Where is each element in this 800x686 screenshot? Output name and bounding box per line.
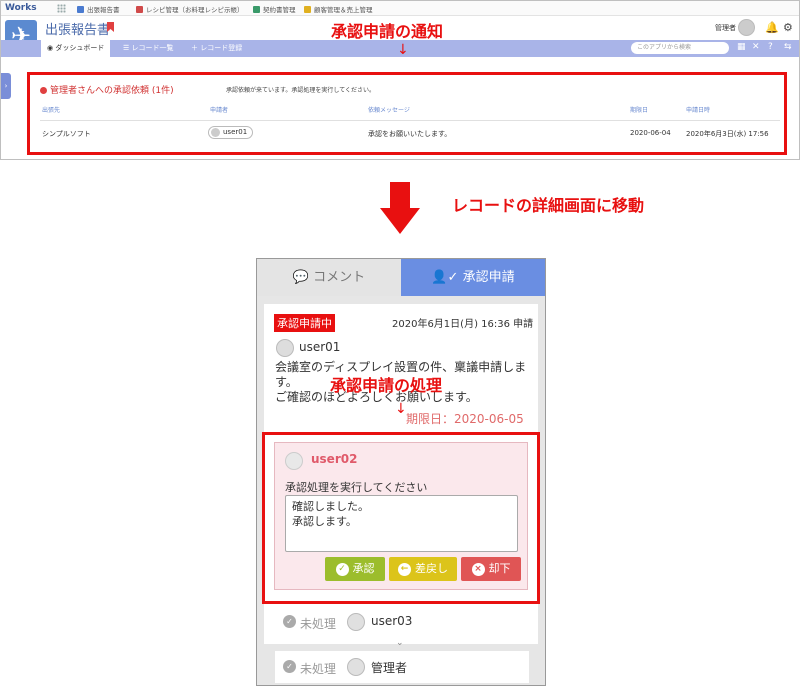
tab-label: レコード登録 — [200, 44, 243, 52]
arrow-down-icon: ↓ — [397, 42, 409, 58]
tab-approval[interactable]: 👤✓ 承認申請 — [401, 259, 545, 296]
requester-name: user01 — [299, 340, 341, 354]
toolbar-app-label: 顧客管理＆売上管理 — [314, 6, 373, 14]
approval-comment-input[interactable]: 確認しました。 承認します。 — [285, 495, 518, 552]
toolbar-app-2[interactable]: レシピ管理（お料理レシピ示帳） — [136, 4, 244, 14]
arrow-left-icon: ← — [398, 562, 411, 576]
column-header: 期限日 — [630, 107, 649, 114]
pending-status: 未処理 — [300, 617, 337, 631]
app-grid-icon[interactable] — [57, 4, 66, 13]
user-name: 管理者 — [715, 24, 736, 32]
column-header: 申請日時 — [686, 107, 711, 114]
applied-at-cell: 2020年6月3日(水) 17:56 — [686, 130, 769, 138]
toolbar-app-1[interactable]: 出張報告書 — [77, 4, 120, 14]
search-input[interactable]: このアプリから検索 — [631, 42, 729, 54]
tab-label: 承認申請 — [462, 270, 515, 285]
tab-label: ダッシュボード — [55, 44, 105, 52]
approval-notice-panel: 管理者さんへの承認依頼 (1件) 承認依頼が来ています。承認処理を実行してくださ… — [27, 72, 787, 155]
tab-record-list[interactable]: ☰ レコード一覧 — [117, 40, 180, 57]
notice-title-text: 管理者さんへの承認依頼 (1件) — [50, 86, 174, 96]
chevron-down-icon: ⌄ — [396, 638, 404, 648]
arrow-down-icon: ↓ — [395, 401, 407, 417]
toolbar-app-label: 契約書管理 — [263, 6, 296, 14]
tab-record-add[interactable]: ＋ レコード登録 — [185, 40, 248, 57]
arrow-down-icon — [380, 182, 420, 234]
side-panel-toggle[interactable]: › — [1, 73, 11, 99]
approver-name: 管理者 — [371, 661, 408, 675]
avatar — [347, 658, 365, 676]
button-label: 承認 — [352, 562, 375, 575]
applicant-chip[interactable]: user01 — [208, 126, 254, 139]
tools-icon[interactable]: ✕ — [752, 42, 760, 52]
top-app-bar: Works 出張報告書 レシピ管理（お料理レシピ示帳） 契約書管理 顧客管理＆売… — [1, 1, 799, 16]
button-label: 却下 — [488, 562, 511, 575]
approve-button[interactable]: ✓ 承認 — [325, 557, 385, 581]
column-header: 出張先 — [42, 107, 61, 114]
toolbar-app-label: 出張報告書 — [87, 6, 120, 14]
app-title[interactable]: 出張報告書 — [45, 19, 110, 38]
approver-name: user02 — [311, 452, 358, 466]
check-icon: ✓ — [283, 615, 296, 628]
detail-tabs: 💬 コメント 👤✓ 承認申請 — [257, 259, 545, 296]
approver-name: user03 — [371, 614, 413, 628]
notice-title: 管理者さんへの承認依頼 (1件) — [40, 83, 174, 96]
help-icon[interactable]: ? — [768, 42, 773, 52]
avatar — [285, 452, 303, 470]
check-icon: ✓ — [335, 562, 349, 576]
applicant-name: user01 — [223, 128, 248, 136]
pending-status: 未処理 — [300, 662, 337, 676]
works-logo: Works — [5, 3, 37, 13]
grid-icon[interactable]: ▦ — [737, 42, 746, 52]
toolbar-app-3[interactable]: 契約書管理 — [253, 4, 296, 14]
check-icon: ✓ — [283, 660, 296, 673]
close-icon: × — [471, 562, 485, 576]
avatar — [347, 613, 365, 631]
gear-icon[interactable]: ⚙ — [783, 21, 793, 34]
toolbar-app-4[interactable]: 顧客管理＆売上管理 — [304, 4, 373, 14]
approval-prompt: 承認処理を実行してください — [285, 481, 428, 494]
deadline-text: 期限日：2020-06-05 — [406, 412, 524, 426]
return-button[interactable]: ← 差戻し — [389, 557, 457, 581]
status-badge: 承認申請中 — [274, 314, 335, 332]
pending-approver-card: ✓ 未処理 user03 — [275, 606, 529, 638]
tab-label: レコード一覧 — [131, 44, 174, 52]
pending-approver-card: ✓ 未処理 管理者 — [275, 651, 529, 683]
approval-form: user02 承認処理を実行してください 確認しました。 承認します。 ✓ 承認 … — [274, 442, 528, 590]
avatar — [276, 339, 294, 357]
tab-dashboard[interactable]: ◉ ダッシュボード — [41, 40, 111, 57]
avatar — [211, 128, 220, 137]
column-header: 依頼メッセージ — [368, 107, 410, 114]
app-icon — [136, 5, 143, 13]
deadline-cell: 2020-06-04 — [630, 129, 671, 137]
tab-comment[interactable]: 💬 コメント — [257, 259, 401, 296]
destination-cell[interactable]: シンプルソフト — [42, 129, 91, 139]
switch-icon[interactable]: ⇆ — [784, 42, 792, 52]
callout-processing: 承認申請の処理 — [330, 376, 443, 395]
alert-icon — [40, 87, 47, 94]
notice-description: 承認依頼が来ています。承認処理を実行してください。 — [226, 87, 376, 94]
request-date: 2020年6月1日(月) 16:36 申請 — [392, 319, 534, 330]
button-label: 差戻し — [415, 562, 448, 575]
bell-icon[interactable]: 🔔 — [765, 21, 779, 34]
approval-action-panel: user02 承認処理を実行してください 確認しました。 承認します。 ✓ 承認 … — [262, 432, 540, 604]
callout-move-to-detail: レコードの詳細画面に移動 — [452, 196, 645, 215]
tutorial-figure: Works 出張報告書 レシピ管理（お料理レシピ示帳） 契約書管理 顧客管理＆売… — [0, 0, 800, 686]
avatar[interactable] — [738, 19, 755, 36]
divider — [40, 120, 780, 121]
tab-label: コメント — [313, 270, 366, 285]
toolbar-app-label: レシピ管理（お料理レシピ示帳） — [146, 6, 244, 14]
app-icon — [77, 5, 84, 13]
message-cell: 承認をお願いいたします。 — [368, 130, 452, 138]
column-header: 申請者 — [210, 107, 229, 114]
app-icon — [253, 5, 260, 13]
app-icon — [304, 5, 311, 13]
callout-notification: 承認申請の通知 — [331, 22, 444, 41]
reject-button[interactable]: × 却下 — [461, 557, 521, 581]
desktop-app-screenshot: Works 出張報告書 レシピ管理（お料理レシピ示帳） 契約書管理 顧客管理＆売… — [0, 0, 800, 160]
